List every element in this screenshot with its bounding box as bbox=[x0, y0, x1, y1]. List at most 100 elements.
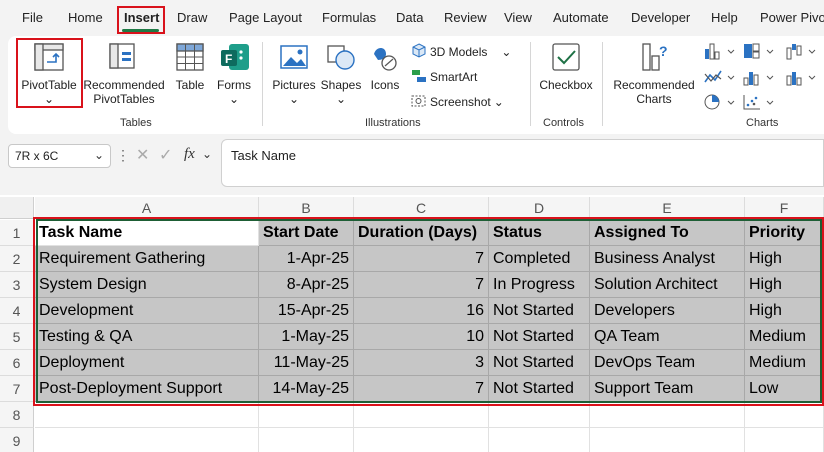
empty-cell[interactable] bbox=[259, 402, 354, 428]
table-cell[interactable]: Support Team bbox=[590, 376, 745, 402]
waterfall-chart-icon[interactable] bbox=[785, 42, 819, 60]
empty-cell[interactable] bbox=[745, 428, 824, 452]
column-header-f[interactable]: F bbox=[745, 197, 824, 219]
table-cell[interactable]: 16 bbox=[354, 298, 489, 324]
smartart-button[interactable]: SmartArt bbox=[411, 68, 477, 84]
empty-cell[interactable] bbox=[259, 428, 354, 452]
table-cell[interactable]: Not Started bbox=[489, 298, 590, 324]
table-cell[interactable]: Not Started bbox=[489, 376, 590, 402]
row-header[interactable]: 6 bbox=[0, 350, 34, 376]
table-cell[interactable]: 15-Apr-25 bbox=[259, 298, 354, 324]
name-box[interactable]: 7R x 6C ⌄ bbox=[8, 144, 111, 168]
table-cell[interactable]: High bbox=[745, 272, 824, 298]
row-header[interactable]: 4 bbox=[0, 298, 34, 324]
column-chart-icon[interactable] bbox=[703, 42, 737, 60]
table-cell[interactable]: Post-Deployment Support bbox=[35, 376, 259, 402]
table-cell[interactable]: 1-May-25 bbox=[259, 324, 354, 350]
enter-icon[interactable]: ✓ bbox=[159, 145, 172, 165]
table-cell[interactable]: Solution Architect bbox=[590, 272, 745, 298]
empty-cell[interactable] bbox=[35, 402, 259, 428]
table-cell[interactable]: Deployment bbox=[35, 350, 259, 376]
tab-page-layout[interactable]: Page Layout bbox=[229, 10, 302, 25]
table-cell[interactable]: Medium bbox=[745, 324, 824, 350]
empty-cell[interactable] bbox=[354, 402, 489, 428]
tab-review[interactable]: Review bbox=[444, 10, 487, 25]
chevron-down-icon[interactable]: ⌄ bbox=[94, 148, 104, 162]
table-cell[interactable]: 14-May-25 bbox=[259, 376, 354, 402]
table-cell[interactable]: 10 bbox=[354, 324, 489, 350]
statistic-chart-icon[interactable] bbox=[742, 68, 776, 86]
empty-cell[interactable] bbox=[489, 428, 590, 452]
column-header-d[interactable]: D bbox=[489, 197, 590, 219]
empty-cell[interactable] bbox=[590, 428, 745, 452]
cell-f1[interactable]: Priority bbox=[745, 220, 824, 246]
row-header[interactable]: 9 bbox=[0, 428, 34, 452]
row-header[interactable]: 3 bbox=[0, 272, 34, 298]
row-header[interactable]: 8 bbox=[0, 402, 34, 428]
table-cell[interactable]: Low bbox=[745, 376, 824, 402]
empty-cell[interactable] bbox=[354, 428, 489, 452]
tab-help[interactable]: Help bbox=[711, 10, 738, 25]
empty-cell[interactable] bbox=[590, 402, 745, 428]
table-cell[interactable]: Requirement Gathering bbox=[35, 246, 259, 272]
insert-function-icon[interactable]: fx bbox=[184, 146, 195, 163]
tab-view[interactable]: View bbox=[504, 10, 532, 25]
table-cell[interactable]: Not Started bbox=[489, 350, 590, 376]
table-cell[interactable]: Completed bbox=[489, 246, 590, 272]
combo-chart-icon[interactable] bbox=[785, 68, 819, 86]
line-chart-icon[interactable] bbox=[703, 68, 737, 86]
tab-formulas[interactable]: Formulas bbox=[322, 10, 376, 25]
screenshot-button[interactable]: Screenshot ⌄ bbox=[411, 93, 504, 109]
select-all-corner[interactable] bbox=[0, 197, 34, 219]
table-cell[interactable]: Business Analyst bbox=[590, 246, 745, 272]
row-header[interactable]: 1 bbox=[0, 220, 34, 246]
cell-c1[interactable]: Duration (Days) bbox=[354, 220, 489, 246]
tab-data[interactable]: Data bbox=[396, 10, 423, 25]
column-header-e[interactable]: E bbox=[590, 197, 745, 219]
cancel-icon[interactable]: ✕ bbox=[136, 145, 149, 165]
table-cell[interactable]: System Design bbox=[35, 272, 259, 298]
empty-cell[interactable] bbox=[489, 402, 590, 428]
row-header[interactable]: 7 bbox=[0, 376, 34, 402]
table-cell[interactable]: 8-Apr-25 bbox=[259, 272, 354, 298]
table-cell[interactable]: DevOps Team bbox=[590, 350, 745, 376]
table-cell[interactable]: Not Started bbox=[489, 324, 590, 350]
tab-developer[interactable]: Developer bbox=[631, 10, 690, 25]
table-cell[interactable]: Development bbox=[35, 298, 259, 324]
empty-cell[interactable] bbox=[35, 428, 259, 452]
cell-b1[interactable]: Start Date bbox=[259, 220, 354, 246]
column-header-c[interactable]: C bbox=[354, 197, 489, 219]
table-cell[interactable]: QA Team bbox=[590, 324, 745, 350]
table-cell[interactable]: Medium bbox=[745, 350, 824, 376]
tab-home[interactable]: Home bbox=[68, 10, 103, 25]
3d-models-button[interactable]: 3D Models ⌄ bbox=[411, 43, 511, 59]
empty-cell[interactable] bbox=[745, 402, 824, 428]
cell-d1[interactable]: Status bbox=[489, 220, 590, 246]
table-cell[interactable]: 1-Apr-25 bbox=[259, 246, 354, 272]
row-header[interactable]: 5 bbox=[0, 324, 34, 350]
tab-draw[interactable]: Draw bbox=[177, 10, 207, 25]
table-cell[interactable]: In Progress bbox=[489, 272, 590, 298]
table-cell[interactable]: 3 bbox=[354, 350, 489, 376]
chevron-down-icon[interactable]: ⌄ bbox=[202, 147, 212, 161]
more-options-icon[interactable]: ⋮ bbox=[116, 147, 130, 164]
table-cell[interactable]: Testing & QA bbox=[35, 324, 259, 350]
table-cell[interactable]: High bbox=[745, 298, 824, 324]
hierarchy-chart-icon[interactable] bbox=[742, 42, 776, 60]
tab-power-pivot[interactable]: Power Pivot bbox=[760, 10, 824, 25]
pie-chart-icon[interactable] bbox=[703, 93, 737, 111]
table-cell[interactable]: 7 bbox=[354, 272, 489, 298]
scatter-chart-icon[interactable] bbox=[742, 93, 776, 111]
column-header-a[interactable]: A bbox=[35, 197, 259, 219]
formula-input[interactable]: Task Name bbox=[221, 139, 824, 187]
column-header-b[interactable]: B bbox=[259, 197, 354, 219]
table-cell[interactable]: 7 bbox=[354, 376, 489, 402]
table-cell[interactable]: Developers bbox=[590, 298, 745, 324]
tab-file[interactable]: File bbox=[22, 10, 43, 25]
table-cell[interactable]: 11-May-25 bbox=[259, 350, 354, 376]
table-cell[interactable]: 7 bbox=[354, 246, 489, 272]
tab-automate[interactable]: Automate bbox=[553, 10, 609, 25]
cell-a1[interactable]: Task Name bbox=[35, 220, 259, 246]
table-cell[interactable]: High bbox=[745, 246, 824, 272]
row-header[interactable]: 2 bbox=[0, 246, 34, 272]
